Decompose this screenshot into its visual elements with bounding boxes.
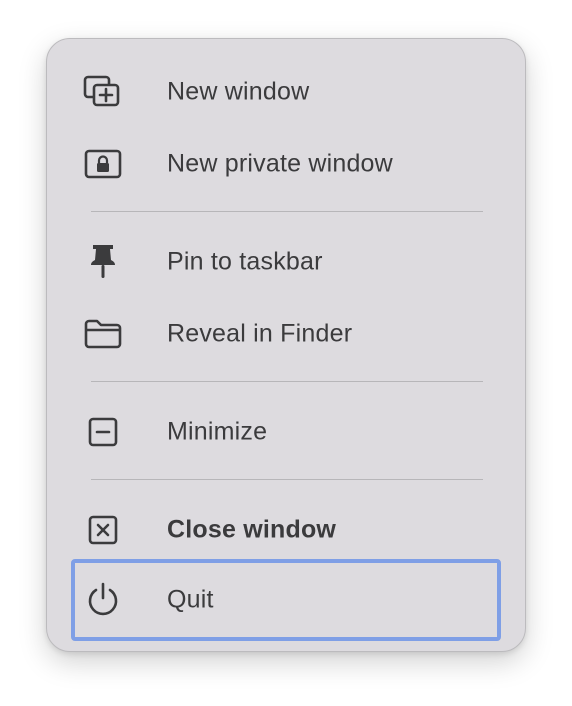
menu-separator [91, 479, 483, 480]
private-window-lock-icon [83, 144, 123, 184]
menu-separator [91, 211, 483, 212]
menu-item-label: New private window [167, 149, 393, 178]
menu-item-label: New window [167, 77, 310, 106]
close-window-icon [83, 510, 123, 550]
menu-item-label: Pin to taskbar [167, 247, 323, 276]
menu-item-minimize[interactable]: Minimize [71, 399, 501, 465]
pin-icon [83, 242, 123, 282]
menu-item-label: Quit [167, 585, 214, 614]
menu-item-pin-to-taskbar[interactable]: Pin to taskbar [71, 229, 501, 295]
context-menu: New window New private window Pin to tas… [46, 38, 526, 652]
folder-icon [83, 314, 123, 354]
power-icon [83, 580, 123, 620]
new-window-icon [83, 72, 123, 112]
minimize-icon [83, 412, 123, 452]
menu-item-quit[interactable]: Quit [71, 559, 501, 641]
menu-item-label: Reveal in Finder [167, 319, 353, 348]
menu-item-label: Close window [167, 515, 337, 544]
menu-separator [91, 381, 483, 382]
menu-item-close-window[interactable]: Close window [71, 497, 501, 563]
menu-item-label: Minimize [167, 417, 268, 446]
menu-item-new-window[interactable]: New window [71, 59, 501, 125]
menu-item-new-private-window[interactable]: New private window [71, 131, 501, 197]
menu-item-reveal-in-finder[interactable]: Reveal in Finder [71, 301, 501, 367]
